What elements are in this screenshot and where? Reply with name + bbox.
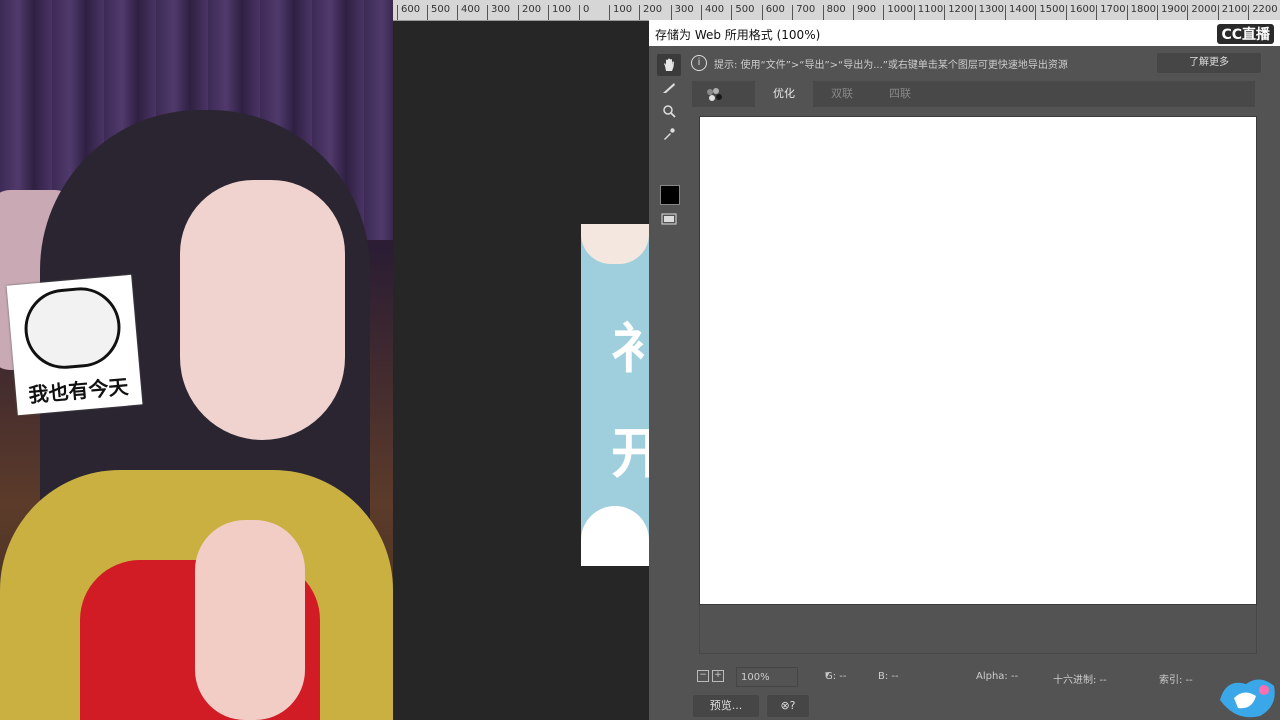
ruler-tick: 900 bbox=[853, 5, 876, 20]
learn-more-button[interactable]: 了解更多 bbox=[1157, 53, 1261, 73]
blue-readout: B: -- bbox=[878, 671, 899, 682]
save-for-web-dialog: 存储为 Web 所用格式 (100%) CC直播 i 提示: 使用“文件”>“导… bbox=[649, 20, 1280, 720]
ruler-tick: 1400 bbox=[1005, 5, 1034, 20]
hex-readout: 十六进制: -- bbox=[1053, 675, 1107, 686]
webcam-overlay: 我也有今天 bbox=[0, 0, 393, 720]
toggle-slices-icon[interactable] bbox=[657, 208, 681, 230]
streamer-arm bbox=[195, 520, 305, 720]
ruler-tick: 500 bbox=[427, 5, 450, 20]
ruler-tick: 100 bbox=[548, 5, 571, 20]
sticker-caption: 我也有今天 bbox=[27, 374, 130, 408]
dialog-title: 存储为 Web 所用格式 (100%) bbox=[655, 28, 821, 42]
hint-bar: i 提示: 使用“文件”>“导出”>“导出为...”或右键单击某个图层可更快速地… bbox=[689, 52, 1280, 74]
slice-select-icon[interactable] bbox=[657, 77, 681, 99]
ruler-tick: 400 bbox=[701, 5, 724, 20]
zoom-level: 100% bbox=[741, 672, 770, 683]
ruler-tick: 500 bbox=[731, 5, 754, 20]
doc-cloud-top bbox=[581, 224, 649, 264]
ruler-tick: 300 bbox=[487, 5, 510, 20]
color-swatch[interactable] bbox=[660, 185, 680, 205]
ruler-tick: 400 bbox=[457, 5, 480, 20]
ruler-tick: 1300 bbox=[974, 5, 1004, 20]
status-bar: − + 100% ▾ G: -- B: -- Alpha: -- 十六进制: -… bbox=[693, 667, 1280, 687]
bottom-bar: 预览... ⊗? bbox=[693, 695, 1280, 719]
info-icon: i bbox=[691, 55, 707, 71]
alpha-readout: Alpha: -- bbox=[976, 671, 1019, 682]
ruler-tick: 1100 bbox=[913, 5, 943, 20]
ruler-tick: 2200 bbox=[1248, 5, 1278, 20]
ruler-tick: 1800 bbox=[1126, 5, 1156, 20]
ruler-tick: 1900 bbox=[1157, 5, 1186, 20]
ruler-tick: 1500 bbox=[1035, 5, 1065, 20]
ruler-tick: 600 bbox=[761, 5, 785, 20]
streamer-face bbox=[180, 180, 345, 440]
tab-2-up[interactable]: 双联 bbox=[813, 81, 871, 107]
browser-preview-button[interactable]: ⊗? bbox=[767, 695, 809, 717]
ruler-tick: 1000 bbox=[883, 5, 913, 20]
doc-text-1: 衤 bbox=[611, 317, 649, 380]
ruler-tick: 2100 bbox=[1217, 5, 1247, 20]
color-table-icon[interactable] bbox=[702, 86, 736, 104]
ruler-tick: 300 bbox=[670, 5, 694, 20]
view-tabs: 优化 双联 四联 bbox=[692, 81, 1255, 107]
ruler-tick: 200 bbox=[639, 5, 662, 20]
ruler-tick: 100 bbox=[609, 5, 632, 20]
horizontal-ruler[interactable]: 600 500 400 300 200 100 0 100 200 300 400… bbox=[393, 0, 1280, 21]
tab-optimized[interactable]: 优化 bbox=[755, 81, 813, 107]
zoom-out-button[interactable]: − bbox=[697, 670, 709, 682]
ruler-tick: 600 bbox=[397, 5, 420, 20]
doc-cloud-bottom bbox=[581, 506, 649, 566]
tab-4-up[interactable]: 四联 bbox=[871, 81, 929, 107]
dialog-toolbar bbox=[649, 46, 689, 686]
ruler-tick: 1600 bbox=[1065, 5, 1095, 20]
ruler-tick: 700 bbox=[792, 5, 815, 20]
ruler-tick: 1200 bbox=[944, 5, 974, 20]
zoom-in-button[interactable]: + bbox=[712, 670, 724, 682]
ruler-tick: 2000 bbox=[1187, 5, 1217, 20]
ruler-tick: 0 bbox=[579, 5, 589, 20]
preview-button[interactable]: 预览... bbox=[693, 695, 759, 717]
hand-icon[interactable] bbox=[657, 54, 681, 76]
document-canvas[interactable]: 衤 开 bbox=[581, 224, 649, 566]
panda-face-icon bbox=[21, 284, 124, 373]
index-readout: 索引: -- bbox=[1159, 675, 1193, 686]
ruler-tick: 200 bbox=[518, 5, 541, 20]
zoom-icon[interactable] bbox=[657, 100, 681, 122]
panda-meme-sticker: 我也有今天 bbox=[6, 274, 143, 416]
stream-mascot-icon bbox=[1220, 679, 1275, 718]
preview-info-area bbox=[699, 605, 1257, 654]
doc-text-2: 开 bbox=[611, 422, 649, 485]
cc-live-watermark: CC直播 bbox=[1217, 24, 1274, 44]
zoom-select[interactable]: 100% ▾ bbox=[736, 667, 830, 687]
ruler-tick: 1700 bbox=[1096, 5, 1126, 20]
dialog-titlebar[interactable]: 存储为 Web 所用格式 (100%) CC直播 bbox=[649, 20, 1280, 46]
hint-text: 提示: 使用“文件”>“导出”>“导出为...”或右键单击某个图层可更快速地导出… bbox=[714, 60, 1068, 71]
image-preview-area[interactable] bbox=[699, 116, 1257, 605]
ruler-tick: 800 bbox=[822, 5, 846, 20]
eyedropper-icon[interactable] bbox=[657, 123, 681, 145]
green-readout: G: -- bbox=[825, 671, 847, 682]
